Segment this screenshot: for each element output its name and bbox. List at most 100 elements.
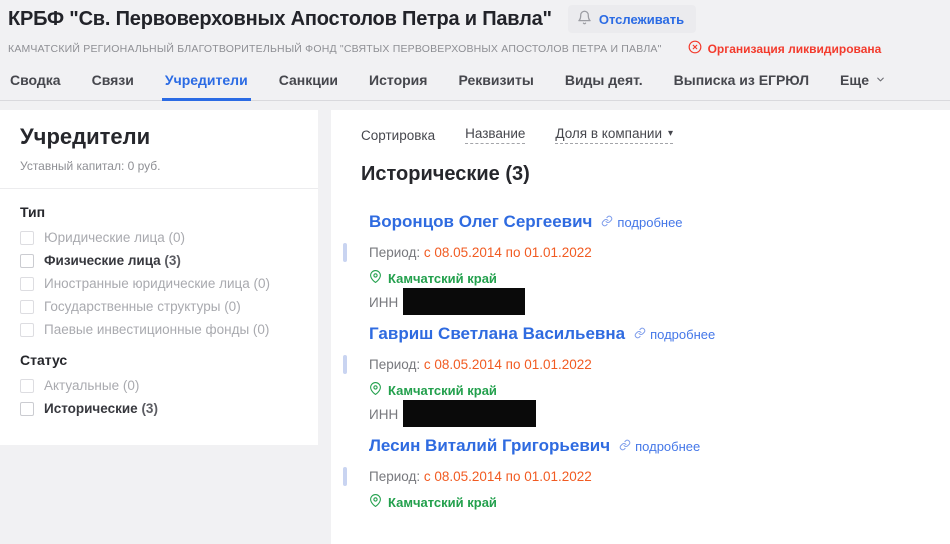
filter-group-type: Тип Юридические лица (0) Физические лица … [20, 204, 298, 337]
filter-individuals[interactable]: Физические лица (3) [20, 254, 298, 268]
filter-group-type-title: Тип [20, 204, 298, 220]
period-dates: с 08.05.2014 по 01.01.2022 [424, 357, 592, 372]
founder-name-link[interactable]: Воронцов Олег Сергеевич [369, 212, 592, 232]
tab-svyazi[interactable]: Связи [92, 66, 134, 100]
tab-label: История [369, 72, 427, 88]
founder-inn: ИНН [369, 406, 920, 422]
details-link[interactable]: подробнее [634, 327, 715, 342]
title-row: КРБФ "Св. Первоверховных Апостолов Петра… [8, 5, 940, 33]
region-label: Камчатский край [388, 383, 497, 398]
type-filter-list: Юридические лица (0) Физические лица (3) И… [20, 231, 298, 337]
location-pin-icon [369, 494, 382, 510]
x-circle-icon [688, 40, 702, 57]
founder-entry-head: Воронцов Олег Сергеевич подробнее [369, 212, 920, 232]
founder-entry-head: Лесин Виталий Григорьевич подробнее [369, 436, 920, 456]
tab-vidy-deyat[interactable]: Виды деят. [565, 66, 643, 100]
founder-name-link[interactable]: Гавриш Светлана Васильевна [369, 324, 625, 344]
inn-redaction [403, 400, 536, 427]
region-label: Камчатский край [388, 495, 497, 510]
founder-region: Камчатский край [369, 382, 920, 398]
company-full-name: КАМЧАТСКИЙ РЕГИОНАЛЬНЫЙ БЛАГОТВОРИТЕЛЬНЫ… [8, 43, 662, 55]
filter-label: Исторические (3) [44, 402, 158, 416]
inn-redaction [403, 288, 525, 315]
founder-entry: Воронцов Олег Сергеевич подробнее Период: … [361, 212, 920, 310]
period-dates: с 08.05.2014 по 01.01.2022 [424, 245, 592, 260]
checkbox[interactable] [20, 402, 34, 416]
liquidated-label: Организация ликвидирована [708, 42, 882, 56]
founders-list: Воронцов Олег Сергеевич подробнее Период: … [361, 212, 920, 510]
tab-uchrediteli[interactable]: Учредители [165, 66, 248, 100]
sort-option-name-label: Название [465, 126, 525, 141]
tab-label: Учредители [165, 72, 248, 88]
section-title: Исторические (3) [361, 163, 920, 186]
founder-name-link[interactable]: Лесин Виталий Григорьевич [369, 436, 610, 456]
tab-istoriya[interactable]: История [369, 66, 427, 100]
checkbox[interactable] [20, 277, 34, 291]
checkbox[interactable] [20, 323, 34, 337]
details-link-label: подробнее [650, 327, 715, 342]
page: КРБФ "Св. Первоверховных Апостолов Петра… [0, 0, 950, 544]
company-header: КРБФ "Св. Первоверховных Апостолов Петра… [0, 0, 950, 57]
tab-vypiska-egrul[interactable]: Выписка из ЕГРЮЛ [674, 66, 809, 100]
period-label: Период: [369, 469, 424, 484]
founder-entry-head: Гавриш Светлана Васильевна подробнее [369, 324, 920, 344]
period-dates: с 08.05.2014 по 01.01.2022 [424, 469, 592, 484]
filter-actual[interactable]: Актуальные (0) [20, 379, 298, 393]
tab-label: Санкции [279, 72, 338, 88]
filter-foreign-legal-entities[interactable]: Иностранные юридические лица (0) [20, 277, 298, 291]
tab-rekvizity[interactable]: Реквизиты [458, 66, 533, 100]
founder-period: Период: с 08.05.2014 по 01.01.2022 [369, 244, 920, 261]
sort-bar: Сортировка Название Доля в компании ▾ [361, 126, 920, 144]
checkbox[interactable] [20, 300, 34, 314]
filter-label: Иностранные юридические лица (0) [44, 277, 270, 291]
filter-count: (3) [141, 401, 158, 416]
details-link[interactable]: подробнее [619, 439, 700, 454]
location-pin-icon [369, 270, 382, 286]
status-filter-list: Актуальные (0) Исторические (3) [20, 379, 298, 416]
checkbox[interactable] [20, 254, 34, 268]
liquidated-badge: Организация ликвидирована [688, 40, 882, 57]
filter-group-status-title: Статус [20, 352, 298, 368]
sort-option-share-label: Доля в компании [555, 126, 662, 141]
tab-sankcii[interactable]: Санкции [279, 66, 338, 100]
chevron-down-icon [875, 72, 886, 88]
filter-investment-funds[interactable]: Паевые инвестиционные фонды (0) [20, 323, 298, 337]
region-label: Камчатский край [388, 271, 497, 286]
tab-label: Сводка [10, 72, 61, 88]
period-label: Период: [369, 245, 424, 260]
filter-government-structures[interactable]: Государственные структуры (0) [20, 300, 298, 314]
nav-tabs: Сводка Связи Учредители Санкции История Рекви… [0, 66, 950, 101]
filter-count: (0) [224, 299, 241, 314]
founder-region: Камчатский край [369, 270, 920, 286]
filter-historical[interactable]: Исторические (3) [20, 402, 298, 416]
details-link-label: подробнее [617, 215, 682, 230]
filter-count: (0) [123, 378, 140, 393]
sub-row: КАМЧАТСКИЙ РЕГИОНАЛЬНЫЙ БЛАГОТВОРИТЕЛЬНЫ… [8, 40, 940, 57]
tab-svodka[interactable]: Сводка [10, 66, 61, 100]
founder-region: Камчатский край [369, 494, 920, 510]
filter-legal-entities[interactable]: Юридические лица (0) [20, 231, 298, 245]
sort-option-name[interactable]: Название [465, 126, 525, 144]
track-button[interactable]: Отслеживать [568, 5, 696, 33]
sort-option-share[interactable]: Доля в компании ▾ [555, 126, 673, 144]
details-link[interactable]: подробнее [601, 215, 682, 230]
tab-label: Виды деят. [565, 72, 643, 88]
link-icon [619, 439, 631, 454]
track-button-label: Отслеживать [599, 12, 684, 27]
filter-count: (0) [169, 230, 186, 245]
tab-label: Выписка из ЕГРЮЛ [674, 72, 809, 88]
checkbox[interactable] [20, 231, 34, 245]
filter-label: Государственные структуры (0) [44, 300, 241, 314]
caret-down-icon: ▾ [668, 128, 673, 139]
founder-period: Период: с 08.05.2014 по 01.01.2022 [369, 356, 920, 373]
link-icon [601, 215, 613, 230]
charter-capital: Уставный капитал: 0 руб. [20, 159, 298, 173]
founder-entry: Лесин Виталий Григорьевич подробнее Период… [361, 436, 920, 510]
inn-label: ИНН [369, 407, 398, 422]
sidebar-title: Учредители [20, 124, 298, 150]
tab-more[interactable]: Еще [840, 66, 886, 100]
link-icon [634, 327, 646, 342]
founder-inn: ИНН [369, 294, 920, 310]
bell-icon [577, 10, 592, 28]
checkbox[interactable] [20, 379, 34, 393]
